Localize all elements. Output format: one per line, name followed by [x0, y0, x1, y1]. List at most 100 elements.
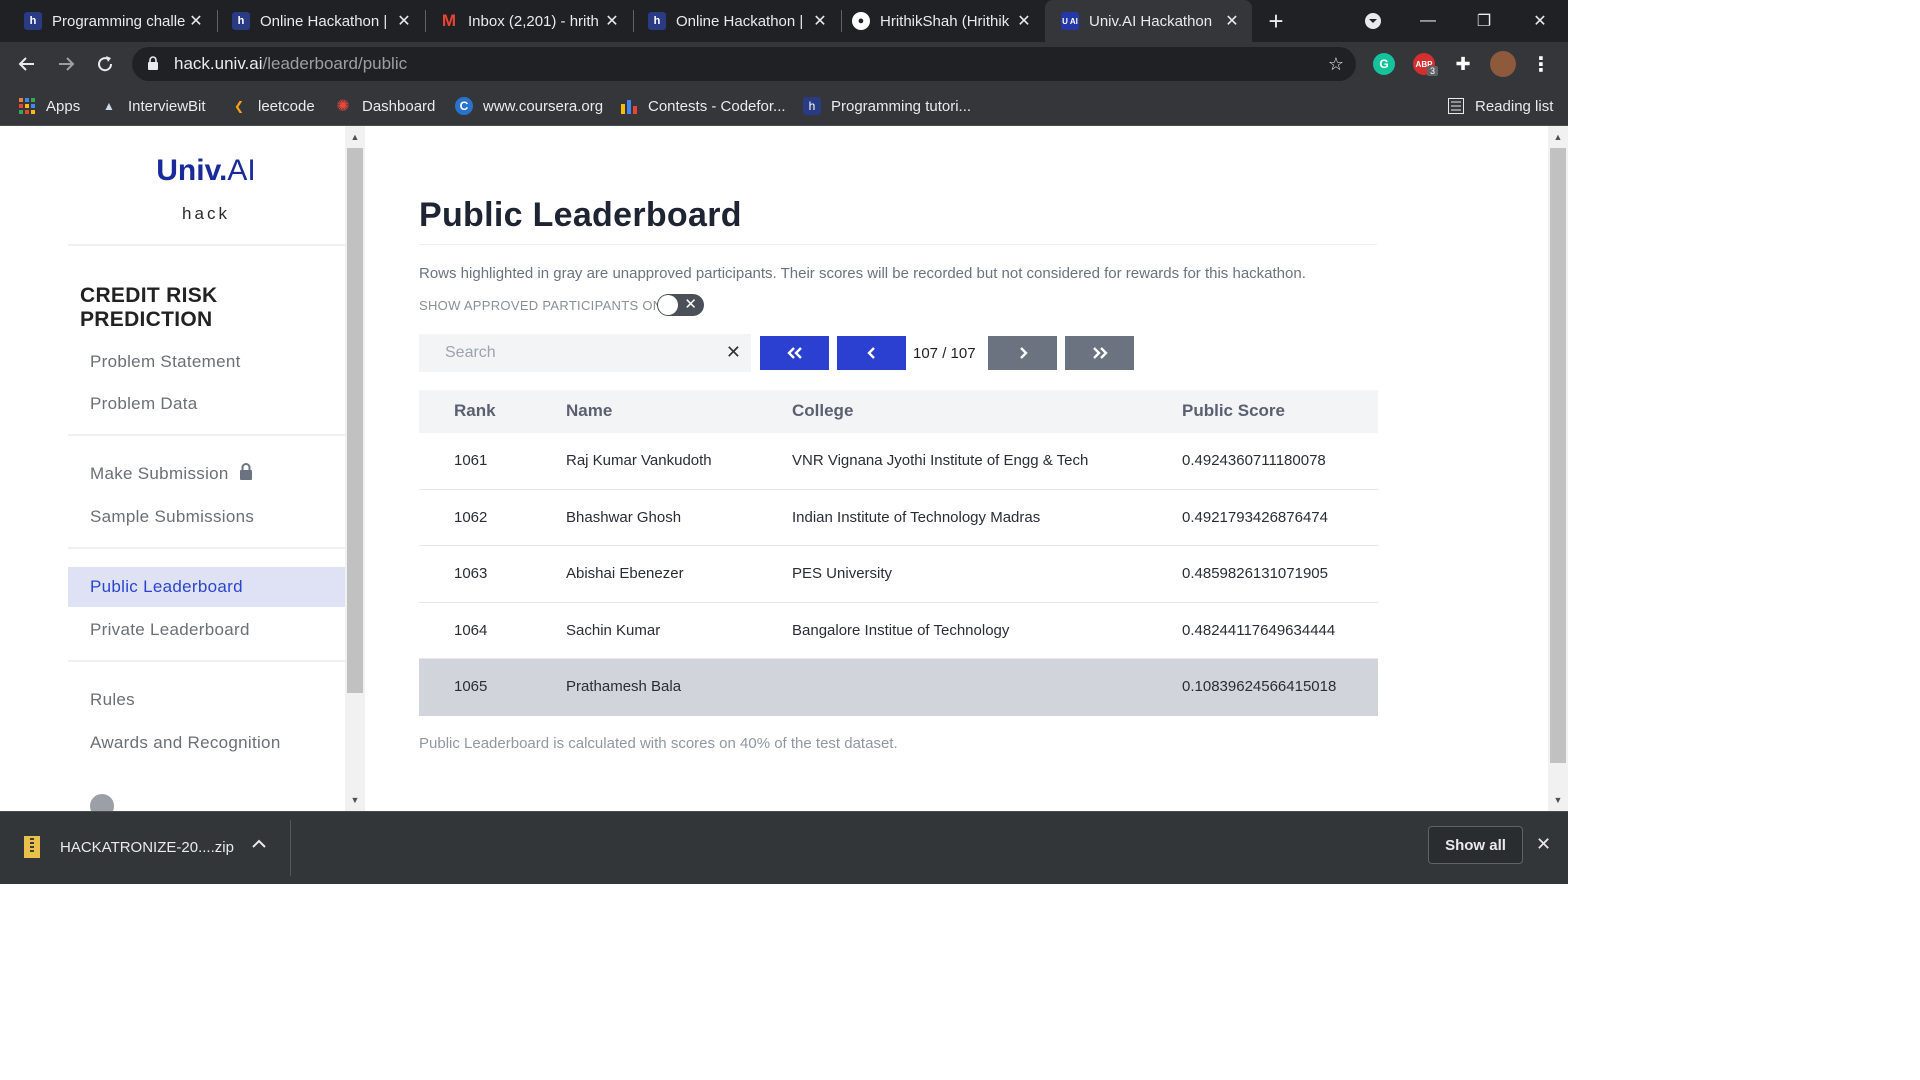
close-tab-icon[interactable]: ✕	[394, 11, 414, 31]
profile-avatar[interactable]	[1490, 51, 1516, 77]
sidebar-item-private-leaderboard[interactable]: Private Leaderboard	[68, 610, 345, 650]
browser-tab-active[interactable]: U AI Univ.AI Hackathon ✕	[1045, 0, 1252, 42]
bookmark-programming-tutorials[interactable]: h Programming tutori...	[803, 94, 971, 118]
codeforces-bars-icon	[620, 97, 638, 115]
column-header-college[interactable]: College	[792, 401, 853, 421]
column-header-name[interactable]: Name	[566, 401, 612, 421]
page-title: Public Leaderboard	[419, 196, 742, 234]
browser-tab[interactable]: h Online Hackathon | ✕	[634, 0, 840, 42]
column-header-rank[interactable]: Rank	[454, 401, 496, 421]
table-header: Rank Name College Public Score	[419, 390, 1378, 433]
divider	[419, 244, 1377, 245]
gmail-favicon-icon: M	[441, 11, 457, 30]
divider	[68, 547, 345, 549]
browser-tab[interactable]: h Online Hackathon | ✕	[218, 0, 424, 42]
browser-tab[interactable]: h Programming challe ✕	[0, 0, 216, 42]
bookmark-leetcode[interactable]: ❮ leetcode	[230, 94, 315, 118]
chevron-left-icon	[866, 347, 875, 359]
first-page-button[interactable]	[760, 336, 829, 370]
sidebar-item-make-submission[interactable]: Make Submission	[68, 454, 345, 494]
close-tab-icon[interactable]: ✕	[602, 11, 622, 31]
reload-button[interactable]	[90, 49, 120, 79]
grammarly-extension-icon[interactable]: G	[1373, 53, 1395, 75]
browser-tab[interactable]: ● HrithikShah (Hrithik ✕	[842, 0, 1044, 42]
page-indicator: 107 / 107	[913, 345, 976, 362]
scrollbar-thumb[interactable]	[347, 148, 363, 693]
cell-rank: 1065	[454, 678, 488, 695]
cell-name: Prathamesh Bala	[566, 678, 682, 695]
close-tab-icon[interactable]: ✕	[186, 11, 206, 31]
sidebar-item-problem-statement[interactable]: Problem Statement	[68, 342, 345, 382]
bookmark-label: Programming tutori...	[831, 97, 972, 115]
cell-name: Bhashwar Ghosh	[566, 508, 682, 526]
chevron-up-icon[interactable]	[252, 836, 266, 853]
univai-logo[interactable]: Univ.AI	[0, 154, 345, 188]
reading-list-button[interactable]: Reading list	[1447, 94, 1553, 118]
scroll-down-arrow-icon[interactable]: ▼	[1548, 791, 1568, 809]
restore-button[interactable]: ❐	[1456, 0, 1512, 42]
scrollbar-thumb[interactable]	[1550, 148, 1566, 763]
tab-search-button[interactable]	[1346, 0, 1400, 42]
hackerrank-favicon-icon: h	[803, 97, 821, 115]
tab-title: Online Hackathon |	[260, 12, 388, 30]
scroll-down-arrow-icon[interactable]: ▼	[345, 791, 365, 809]
browser-tab[interactable]: M Inbox (2,201) - hrith ✕	[426, 0, 632, 42]
address-bar[interactable]: hack.univ.ai/leaderboard/public ☆	[132, 47, 1356, 81]
github-favicon-icon: ●	[852, 12, 870, 30]
bookmark-dashboard[interactable]: ✺ Dashboard	[334, 94, 435, 118]
search-input[interactable]	[445, 344, 715, 362]
close-window-button[interactable]: ✕	[1512, 0, 1568, 42]
hackerrank-favicon-icon: h	[24, 12, 42, 30]
user-avatar[interactable]	[90, 794, 114, 811]
divider	[68, 434, 345, 436]
last-page-button[interactable]	[1065, 336, 1134, 370]
bookmark-interviewbit[interactable]: ▲ InterviewBit	[100, 94, 205, 118]
next-page-button[interactable]	[988, 336, 1057, 370]
cell-college: Bangalore Institue of Technology	[792, 621, 1010, 639]
divider	[290, 820, 291, 876]
forward-button[interactable]	[51, 49, 81, 79]
close-tab-icon[interactable]: ✕	[1222, 11, 1242, 31]
close-tab-icon[interactable]: ✕	[1014, 11, 1034, 31]
column-header-score[interactable]: Public Score	[1182, 401, 1285, 421]
approved-only-toggle[interactable]: ✕	[657, 294, 704, 316]
show-all-button[interactable]: Show all	[1428, 826, 1523, 864]
browser-toolbar: hack.univ.ai/leaderboard/public ☆ G ABP …	[0, 42, 1568, 86]
sidebar-item-problem-data[interactable]: Problem Data	[68, 384, 345, 424]
close-icon[interactable]: ✕	[1536, 834, 1551, 855]
bookmark-label: Contests - Codefor...	[648, 97, 786, 115]
minimize-button[interactable]: —	[1400, 0, 1456, 42]
brand-subtitle: hack	[182, 204, 230, 223]
cell-college: VNR Vignana Jyothi Institute of Engg & T…	[792, 452, 1089, 469]
new-tab-button[interactable]: +	[1250, 0, 1302, 42]
bookmark-coursera[interactable]: C www.coursera.org	[455, 94, 603, 118]
tab-title: HrithikShah (Hrithik	[880, 12, 1010, 30]
prev-page-button[interactable]	[837, 336, 906, 370]
cell-rank: 1062	[454, 508, 488, 526]
divider	[68, 660, 345, 662]
main-content: Public Leaderboard Rows highlighted in g…	[365, 126, 1548, 811]
scroll-up-arrow-icon[interactable]: ▲	[345, 128, 365, 146]
bookmark-codeforces[interactable]: Contests - Codefor...	[620, 94, 786, 118]
sidebar-item-sample-submissions[interactable]: Sample Submissions	[68, 497, 345, 537]
sidebar-item-rules[interactable]: Rules	[68, 680, 345, 720]
bookmark-apps[interactable]: Apps	[18, 94, 80, 118]
close-tab-icon[interactable]: ✕	[810, 11, 830, 31]
page-scrollbar[interactable]: ▲ ▼	[1548, 126, 1568, 811]
tab-title: Programming challe	[52, 12, 186, 30]
hackerrank-favicon-icon: h	[232, 12, 250, 30]
download-item[interactable]: HACKATRONIZE-20....zip	[24, 836, 234, 858]
extensions-puzzle-icon[interactable]: ✚	[1452, 53, 1474, 75]
sidebar-item-awards[interactable]: Awards and Recognition	[68, 723, 345, 763]
browser-menu-icon[interactable]: ⋮	[1530, 53, 1552, 76]
bookmark-star-icon[interactable]: ☆	[1328, 54, 1344, 75]
back-button[interactable]	[12, 49, 42, 79]
extension-badge: 3	[1427, 66, 1439, 76]
bookmark-label: Apps	[46, 97, 81, 115]
apps-grid-icon	[18, 97, 36, 115]
sidebar-scrollbar[interactable]: ▲ ▼	[345, 126, 365, 811]
sidebar-item-public-leaderboard[interactable]: Public Leaderboard	[68, 567, 345, 607]
bookmark-label: leetcode	[258, 97, 315, 115]
clear-search-icon[interactable]: ✕	[726, 342, 741, 363]
scroll-up-arrow-icon[interactable]: ▲	[1548, 128, 1568, 146]
